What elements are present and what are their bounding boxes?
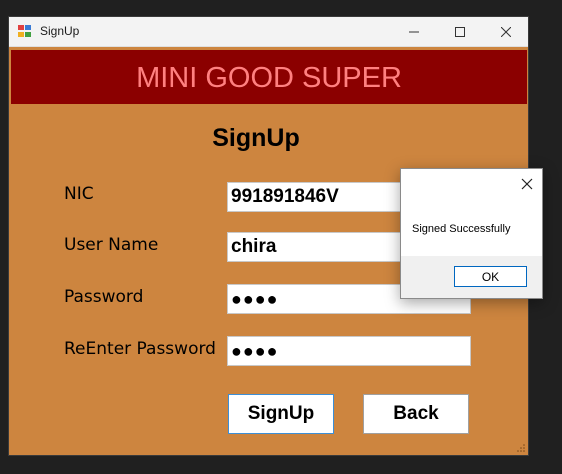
dialog-close-icon[interactable] [520,177,534,191]
username-label: User Name [64,235,159,255]
signup-button[interactable]: SignUp [228,394,334,434]
reenter-password-label: ReEnter Password [64,339,216,359]
app-icon [18,25,32,38]
dialog-message: Signed Successfully [412,223,511,235]
maximize-icon [455,27,465,37]
window-title: SignUp [40,24,80,38]
dialog-footer: OK [401,256,542,298]
minimize-icon [409,31,419,33]
nic-label: NIC [64,184,94,204]
close-icon [501,27,511,37]
ok-button[interactable]: OK [454,266,527,287]
password-label: Password [64,287,144,307]
maximize-button[interactable] [437,17,483,47]
resize-grip-icon[interactable] [517,444,525,452]
minimize-button[interactable] [391,17,437,47]
back-button[interactable]: Back [363,394,469,434]
form-heading: SignUp [212,124,300,152]
message-dialog: Signed Successfully OK [400,168,543,299]
reenter-password-input[interactable] [227,336,471,366]
close-button[interactable] [483,17,528,47]
title-bar[interactable]: SignUp [9,17,528,47]
store-banner: MINI GOOD SUPER [11,48,527,104]
